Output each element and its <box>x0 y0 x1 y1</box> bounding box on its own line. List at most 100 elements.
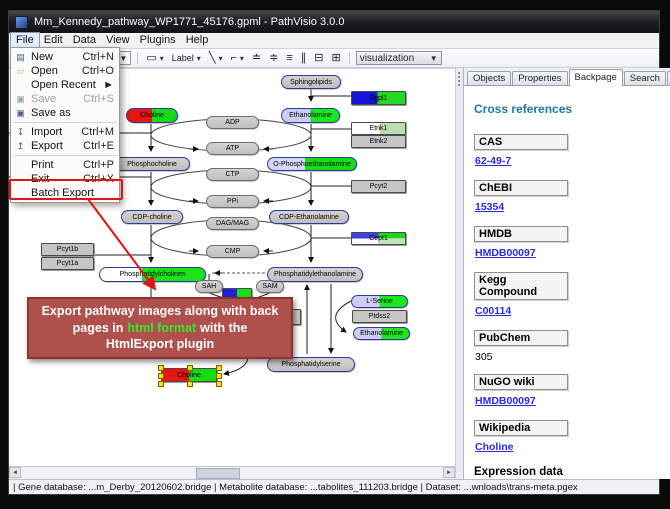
menubar-item-file[interactable]: File <box>11 33 39 48</box>
node-atp[interactable]: ATP <box>206 142 259 155</box>
order-back-icon[interactable]: ⊟ <box>312 51 325 66</box>
crossref-source: Wikipedia <box>474 420 568 436</box>
order-front-icon[interactable]: ⊞ <box>329 51 342 66</box>
node-label: CDP-Ethanolamine <box>279 214 339 221</box>
scroll-right-icon[interactable]: ► <box>443 467 455 478</box>
menu-item-label: New <box>28 51 77 63</box>
node-adp[interactable]: ADP <box>206 116 259 129</box>
file-menu-item-open[interactable]: ▱OpenCtrl+O <box>11 64 119 78</box>
selection-handle[interactable] <box>158 373 164 379</box>
node-choline-top[interactable]: Choline <box>126 108 178 123</box>
selection-handle[interactable] <box>187 365 193 371</box>
file-menu-item-print[interactable]: PrintCtrl+P <box>11 158 119 172</box>
file-menu-item-save-as[interactable]: ▣Save as <box>11 106 119 120</box>
node-ethanolamine-top[interactable]: Ethanolamine <box>281 108 340 123</box>
distribute-horizontal-icon[interactable]: ≡ <box>284 51 294 66</box>
gene-box-pcyt1b[interactable]: Pcyt1b <box>41 243 94 256</box>
tab-search[interactable]: Search <box>624 71 666 85</box>
tab-objects[interactable]: Objects <box>467 71 511 85</box>
crossref-link[interactable]: 15354 <box>475 201 504 213</box>
node-l-serine[interactable]: L-Serine <box>351 295 408 308</box>
tab-backpage[interactable]: Backpage <box>569 69 623 86</box>
scrollbar-thumb[interactable] <box>196 468 240 479</box>
gene-box-etnk2[interactable]: Etnk2 <box>351 135 406 148</box>
horizontal-scrollbar[interactable]: ◄ ► <box>9 466 455 479</box>
export-icon: ↥ <box>13 141 28 152</box>
node-dag-mag[interactable]: DAG/MAG <box>206 217 259 230</box>
node-cmp[interactable]: CMP <box>206 245 259 258</box>
node-label: Etnk1 <box>370 125 388 132</box>
menu-item-label: Save <box>28 93 77 105</box>
node-label: SAM <box>262 283 277 290</box>
node-phosphocholine[interactable]: Phosphocholine <box>114 157 190 171</box>
visualization-combobox[interactable]: visualization ▼ <box>356 51 442 65</box>
gene-box-sgpl1[interactable]: Sgpl1 <box>351 91 406 105</box>
selection-handle[interactable] <box>216 365 222 371</box>
gene-box-ptdss2[interactable]: Ptdss2 <box>352 310 407 323</box>
line-button[interactable]: ╲▾ <box>207 51 225 66</box>
gene-box-etnk1[interactable]: Etnk1 <box>351 122 406 135</box>
node-cdp-ethanolamine[interactable]: CDP-Ethanolamine <box>269 210 349 224</box>
gene-box-pcyt2[interactable]: Pcyt2 <box>351 180 406 193</box>
scroll-left-icon[interactable]: ◄ <box>9 467 21 478</box>
node-label: Choline <box>140 112 164 119</box>
selection-handle[interactable] <box>158 381 164 387</box>
menubar-item-data[interactable]: Data <box>68 33 101 48</box>
menu-item-shortcut: Ctrl+S <box>77 93 114 105</box>
crossref-value: 305 <box>475 351 670 363</box>
icon-glyph: ⊞ <box>331 51 340 66</box>
node-ppi[interactable]: PPi <box>206 195 259 208</box>
crossref-link[interactable]: HMDB00097 <box>475 247 536 259</box>
crossref-link[interactable]: 62-49-7 <box>475 155 511 167</box>
node-label: PPi <box>227 198 238 205</box>
node-phosphatidylethanolamine[interactable]: Phosphatidylethanolamine <box>267 267 363 282</box>
status-text: | Gene database: ...m_Derby_20120602.bri… <box>13 482 578 493</box>
annotation-text: pages in <box>73 321 124 335</box>
panel-splitter[interactable] <box>455 68 463 479</box>
file-menu-item-open-recent[interactable]: Open Recent► <box>11 78 119 92</box>
selection-handle[interactable] <box>216 373 222 379</box>
crossref-link[interactable]: C00114 <box>475 305 511 317</box>
node-label: Pcyt2 <box>370 183 388 190</box>
title-bar[interactable]: Mm_Kennedy_pathway_WP1771_45176.gpml - P… <box>9 11 659 33</box>
menu-separator <box>13 122 117 123</box>
selection-handle[interactable] <box>216 381 222 387</box>
node-o-phosphoethanolamine[interactable]: O-Phosphoethanolamine <box>267 157 357 171</box>
node-ethanolamine-bottom[interactable]: Ethanolamine <box>353 327 410 340</box>
node-label: Etnk2 <box>370 138 388 145</box>
crossref-list: CAS62-49-7ChEBI15354HMDBHMDB00097Kegg Co… <box>474 134 670 455</box>
crossref-section: NuGO wikiHMDB00097 <box>474 374 670 409</box>
file-menu-item-import[interactable]: ↧ImportCtrl+M <box>11 125 119 139</box>
menubar-item-help[interactable]: Help <box>181 33 214 48</box>
selection-handle[interactable] <box>158 365 164 371</box>
import-icon: ↧ <box>13 127 28 138</box>
gene-box-pcyt1a[interactable]: Pcyt1a <box>41 257 94 270</box>
align-middle-icon[interactable]: ≑ <box>267 51 280 66</box>
selection-handle[interactable] <box>187 381 193 387</box>
menubar-item-edit[interactable]: Edit <box>39 33 68 48</box>
crossref-link[interactable]: HMDB00097 <box>475 395 536 407</box>
tab-properties[interactable]: Properties <box>512 71 567 85</box>
node-sphingolipids[interactable]: Sphingolipids <box>281 75 341 89</box>
dropdown-caret-icon: ▾ <box>218 54 222 63</box>
crossref-link[interactable]: Choline <box>475 441 514 453</box>
node-cdp-choline[interactable]: CDP-choline <box>121 210 183 224</box>
node-sah[interactable]: SAH <box>195 280 223 293</box>
node-phosphatidylserine[interactable]: Phosphatidylserine <box>267 357 355 372</box>
label-button[interactable]: Label▾ <box>170 51 203 66</box>
icon-glyph: ▭ <box>146 51 156 66</box>
node-choline-selected[interactable]: Choline <box>161 368 217 382</box>
icon-glyph: ≑ <box>269 51 278 66</box>
file-menu-item-new[interactable]: ▤NewCtrl+N <box>11 50 119 64</box>
menubar-item-plugins[interactable]: Plugins <box>135 33 181 48</box>
connector-button[interactable]: ⌐▾ <box>228 51 245 66</box>
distribute-vertical-icon[interactable]: ∥ <box>299 51 309 66</box>
node-phosphatidylcholines[interactable]: Phosphatidylcholines <box>99 267 206 282</box>
menubar-item-view[interactable]: View <box>101 33 135 48</box>
file-menu-item-save[interactable]: ▣SaveCtrl+S <box>11 92 119 106</box>
align-center-icon[interactable]: ≐ <box>250 51 263 66</box>
gene-box-cept1[interactable]: Cept1 <box>351 232 406 245</box>
node-ctp[interactable]: CTP <box>206 168 259 181</box>
gene-shape-button[interactable]: ▭▾ <box>144 51 165 66</box>
file-menu-item-export[interactable]: ↥ExportCtrl+E <box>11 139 119 153</box>
